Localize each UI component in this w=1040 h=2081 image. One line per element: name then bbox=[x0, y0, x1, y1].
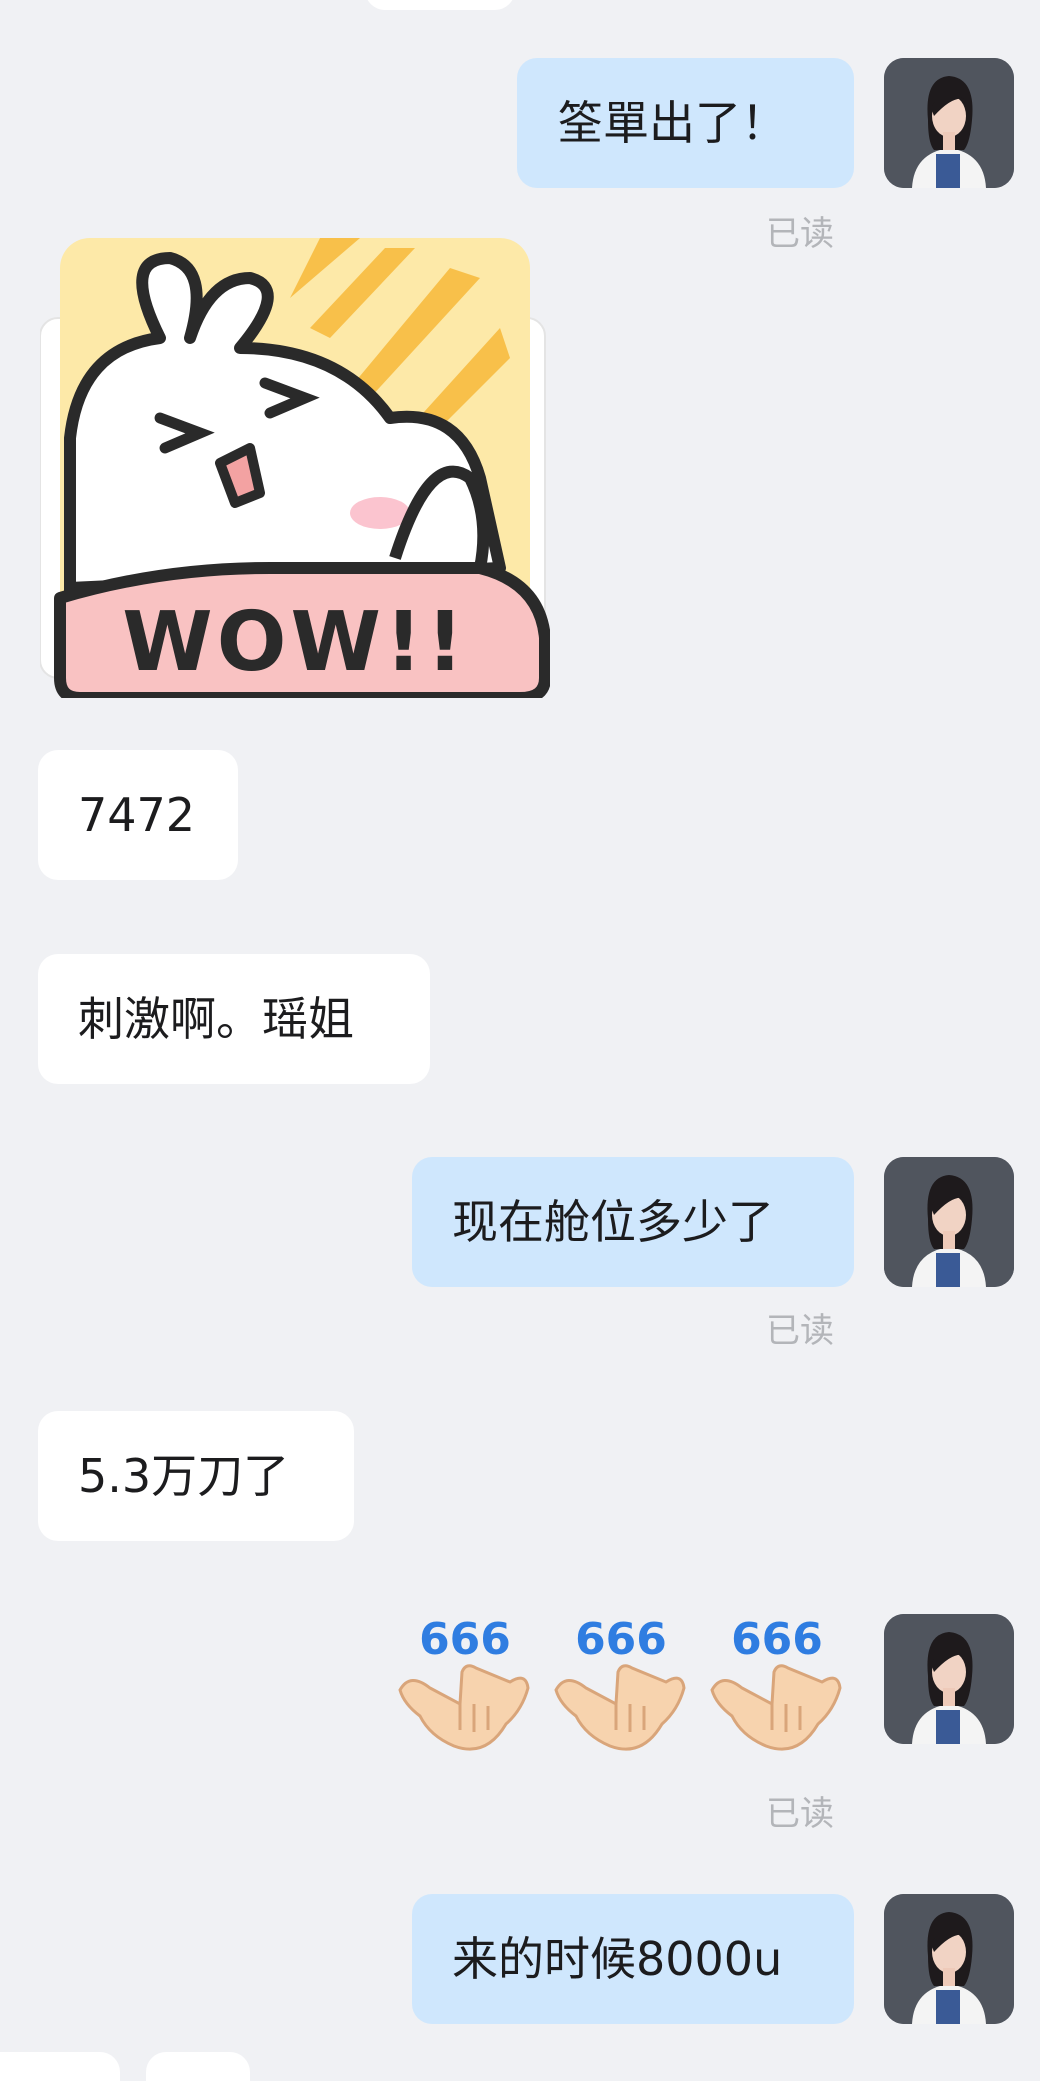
woman-portrait-icon bbox=[884, 1894, 1014, 2024]
outgoing-message-bubble[interactable]: 现在舱位多少了 bbox=[412, 1157, 854, 1287]
emoji-666-text: 666 bbox=[419, 1614, 511, 1665]
emoji-666-text: 666 bbox=[575, 1614, 667, 1665]
shaka-hand-icon: 666 bbox=[398, 1614, 530, 1751]
read-receipt: 已读 bbox=[766, 214, 834, 254]
666-hand-emoji[interactable]: 666 bbox=[546, 1612, 696, 1762]
woman-portrait-icon bbox=[884, 1614, 1014, 1744]
666-hand-emoji[interactable]: 666 bbox=[702, 1612, 852, 1762]
partial-message-bottom[interactable] bbox=[146, 2052, 250, 2081]
666-hand-emoji[interactable]: 666 bbox=[390, 1612, 540, 1762]
outgoing-message-bubble[interactable]: 筌單出了！ bbox=[517, 58, 854, 188]
user-avatar[interactable] bbox=[884, 58, 1014, 188]
partial-message-top[interactable] bbox=[365, 0, 515, 10]
user-avatar[interactable] bbox=[884, 1614, 1014, 1744]
incoming-message-bubble[interactable]: 7472 bbox=[38, 750, 238, 880]
wow-bunny-sticker[interactable]: WOW!! bbox=[39, 238, 551, 704]
incoming-message-bubble[interactable]: 刺激啊。瑶姐 bbox=[38, 954, 430, 1084]
user-avatar[interactable] bbox=[884, 1157, 1014, 1287]
incoming-message-bubble[interactable]: 5.3万刀了 bbox=[38, 1411, 354, 1541]
read-receipt: 已读 bbox=[766, 1794, 834, 1834]
emoji-666-text: 666 bbox=[731, 1614, 823, 1665]
sticker-wow-text: WOW!! bbox=[122, 595, 467, 690]
shaka-hand-icon: 666 bbox=[554, 1614, 686, 1751]
user-avatar[interactable] bbox=[884, 1894, 1014, 2024]
chat-screen: 筌單出了！ 已读 WOW!! 7472 刺激啊。瑶姐 现在舱位多少了 已读 5.… bbox=[0, 0, 1040, 2081]
partial-message-bottom[interactable] bbox=[0, 2052, 120, 2081]
shaka-hand-icon: 666 bbox=[710, 1614, 842, 1751]
outgoing-message-bubble[interactable]: 来的时候8000u bbox=[412, 1894, 854, 2024]
woman-portrait-icon bbox=[884, 58, 1014, 188]
read-receipt: 已读 bbox=[766, 1311, 834, 1351]
woman-portrait-icon bbox=[884, 1157, 1014, 1287]
wow-bunny-sticker-image: WOW!! bbox=[39, 238, 551, 704]
